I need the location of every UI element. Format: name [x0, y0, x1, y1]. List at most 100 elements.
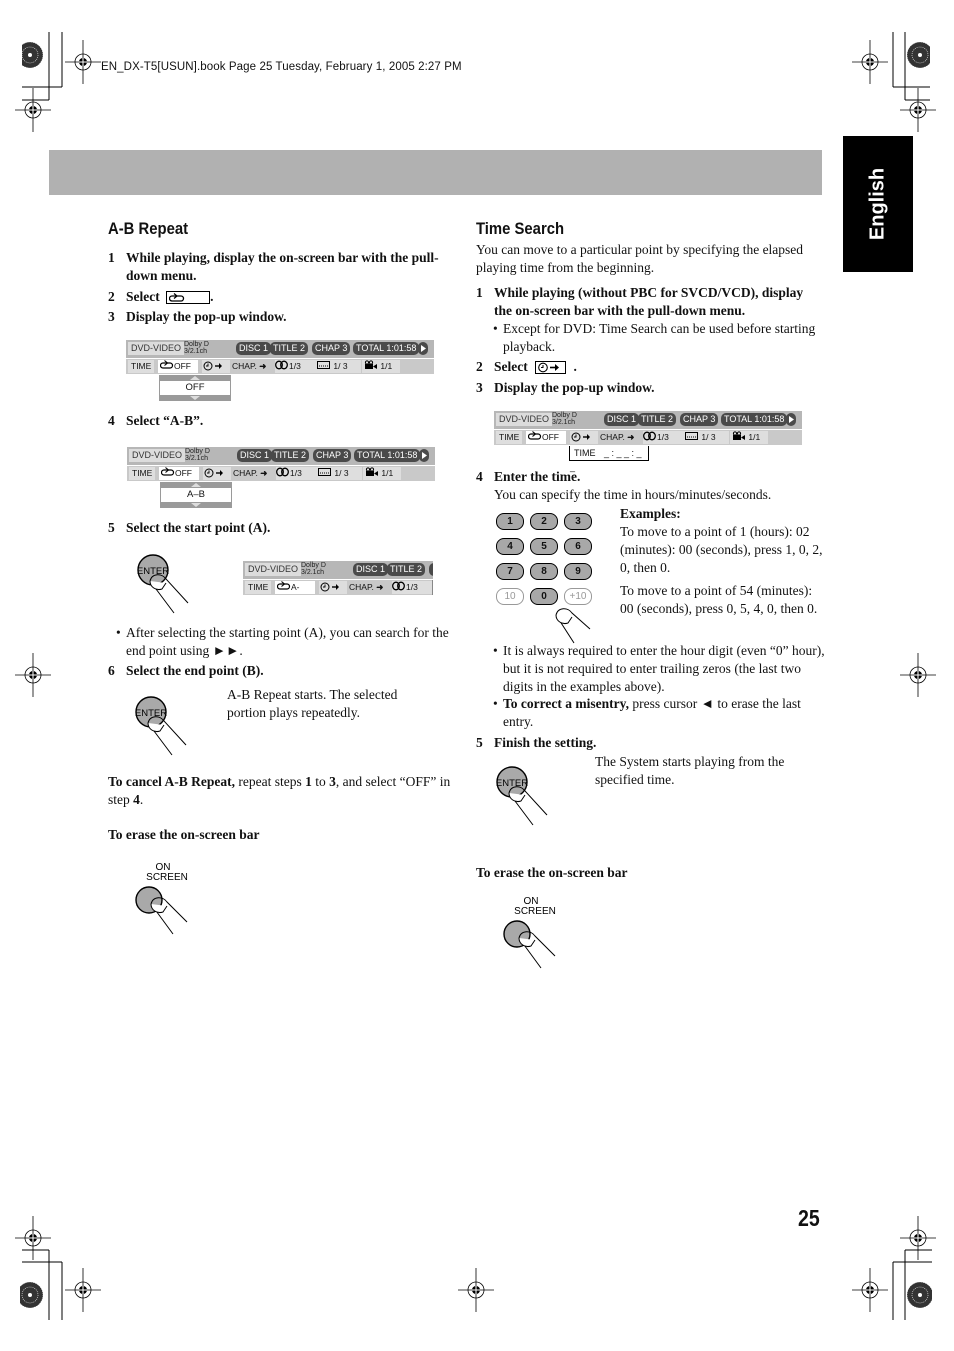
- osd-chapter-search-item[interactable]: CHAP. ➜: [349, 581, 383, 594]
- osd-time-item[interactable]: TIME: [128, 360, 155, 373]
- osd-time-search-item[interactable]: [570, 431, 598, 444]
- repeat-popup: A–B: [160, 482, 232, 508]
- step-text: Select the end point (B).: [126, 663, 264, 678]
- osd-repeat-item[interactable]: OFF: [526, 431, 566, 444]
- subtitle-icon: [317, 361, 330, 369]
- camera-angle-icon: [365, 467, 378, 476]
- osd-disc: DISC 1: [237, 449, 273, 462]
- osd-audio-item[interactable]: 1/3: [275, 360, 315, 373]
- osd-format: DVD-VIDEO: [128, 342, 185, 355]
- osd-chapter-search-item[interactable]: CHAP. ➜: [232, 360, 266, 373]
- finger-press-icon: ENTER: [135, 696, 187, 756]
- repeat-icon: [169, 293, 185, 303]
- step-text: Finish the setting.: [494, 735, 597, 750]
- step-number: 2: [108, 289, 115, 304]
- erase-bar-heading-right: To erase the on-screen bar: [476, 865, 628, 880]
- osd-time-search-item[interactable]: [319, 581, 347, 594]
- osd-subtitle-item[interactable]: 1/ 3: [316, 467, 362, 480]
- finger-press-icon: ON SCREEN: [135, 862, 188, 935]
- osd-audio-item[interactable]: 1/3: [392, 581, 432, 594]
- osd-chapter: CHAP 3: [313, 449, 352, 462]
- time-search-intro: You can move to a particular point by sp…: [476, 242, 804, 275]
- keypad-key-5: 5: [530, 538, 558, 555]
- on-screen-button-illustration: ON SCREEN: [133, 860, 193, 941]
- ab-step-4: 4 Select “A-B”.: [108, 412, 458, 430]
- step-number: 1: [108, 250, 115, 265]
- popup-down-arrow-icon[interactable]: [159, 395, 231, 401]
- keypad-key-1: 1: [496, 513, 524, 530]
- ts-step-5-result: The System starts playing from the speci…: [595, 754, 785, 787]
- ts-step-5: 5 Finish the setting.: [476, 734, 826, 752]
- language-tab-label: English: [866, 167, 889, 241]
- step-text: Select: [494, 359, 528, 374]
- osd-angle-item[interactable]: 1/1: [363, 467, 401, 480]
- step-number: 5: [108, 520, 115, 535]
- subtitle-icon: [318, 468, 331, 476]
- onscreen-bar-partial: DVD-VIDEO Dolby D 3/2.1ch DISC 1 TITLE 2 …: [243, 561, 433, 595]
- osd-chapter-search-item[interactable]: CHAP. ➜: [600, 431, 634, 444]
- osd-time-search-item[interactable]: [202, 360, 230, 373]
- osd-audio-item[interactable]: 1/3: [276, 467, 316, 480]
- osd-format: DVD-VIDEO: [496, 413, 553, 426]
- popup-up-arrow-icon[interactable]: [160, 482, 232, 488]
- finger-press-icon: ENTER: [137, 554, 189, 614]
- ts-step-1-bullet: • Except for DVD: Time Search can be use…: [493, 321, 816, 354]
- popup-up-arrow-icon[interactable]: [159, 375, 231, 381]
- time-popup-label: TIME: [574, 448, 596, 458]
- osd-angle-item[interactable]: 1/1: [362, 360, 400, 373]
- step-text: Display the pop-up window.: [126, 309, 287, 324]
- repeat-icon: [159, 360, 174, 369]
- osd-disc: DISC 1: [353, 563, 389, 576]
- popup-down-arrow-icon[interactable]: [160, 502, 232, 508]
- step-number: 1: [476, 285, 483, 300]
- osd-title: TITLE 2: [387, 563, 426, 576]
- step-number: 4: [108, 413, 115, 428]
- osd-angle-item[interactable]: 1/1: [730, 431, 768, 444]
- step-text: Select the start point (A).: [126, 520, 271, 535]
- ab-bullet-start: • After selecting the starting point (A)…: [116, 625, 449, 658]
- osd-disc: DISC 1: [604, 413, 640, 426]
- osd-repeat-item[interactable]: OFF: [158, 360, 198, 373]
- osd-time-item[interactable]: TIME: [245, 581, 272, 594]
- keypad-key-10: 10: [496, 588, 524, 605]
- osd-time-item[interactable]: TIME: [129, 467, 156, 480]
- osd-time-search-item[interactable]: [203, 467, 231, 480]
- osd-chapter-search-item[interactable]: CHAP. ➜: [233, 467, 267, 480]
- example-2: To move to a point of 54 (minutes): 00 (…: [620, 583, 818, 616]
- camera-angle-icon: [364, 360, 377, 369]
- osd-time-item[interactable]: TIME: [496, 431, 523, 444]
- osd-audio-format: Dolby D 3/2.1ch: [185, 448, 210, 462]
- osd-audio-item[interactable]: 1/3: [643, 431, 683, 444]
- finger-press-icon: ON SCREEN: [503, 896, 556, 969]
- step-number: 2: [476, 359, 483, 374]
- enter-label: ENTER: [135, 708, 167, 719]
- cancel-ab-repeat-note: To cancel A-B Repeat, repeat steps 1 to …: [108, 774, 451, 807]
- play-icon: [419, 449, 429, 462]
- audio-icon: [276, 467, 289, 477]
- ab-step-1: 1 While playing, display the on-screen b…: [108, 249, 458, 285]
- repeat-popup: OFF: [159, 375, 231, 401]
- osd-menu-row: TIME OFF CHAP. ➜ 1/3 1/ 3 1/1: [127, 466, 435, 481]
- ab-repeat-heading: A-B Repeat: [108, 220, 189, 238]
- keypad-key-3: 3: [564, 513, 592, 530]
- osd-subtitle-item[interactable]: 1/ 3: [315, 360, 361, 373]
- osd-status-row: DVD-VIDEO Dolby D 3/2.1ch DISC 1 TITLE 2 …: [126, 340, 434, 358]
- osd-chapter: [429, 563, 433, 576]
- examples-heading: Examples:: [620, 506, 681, 521]
- audio-icon: [643, 431, 656, 441]
- osd-status-row: DVD-VIDEO Dolby D 3/2.1ch DISC 1 TITLE 2: [243, 561, 433, 579]
- keypad-key-8: 8: [530, 563, 558, 580]
- camera-angle-icon: [732, 431, 745, 440]
- step-text: Display the pop-up window.: [494, 380, 655, 395]
- keypad-key-6: 6: [564, 538, 592, 555]
- osd-status-row: DVD-VIDEO Dolby D 3/2.1ch DISC 1 TITLE 2 …: [127, 447, 435, 465]
- osd-audio-format: Dolby D 3/2.1ch: [552, 412, 577, 426]
- step-number: 3: [476, 380, 483, 395]
- osd-repeat-item[interactable]: A-: [275, 581, 315, 594]
- osd-repeat-item[interactable]: OFF: [159, 467, 199, 480]
- popup-value: A–B: [160, 488, 232, 502]
- step-text: While playing, display the on-screen bar…: [126, 250, 439, 283]
- osd-chapter: CHAP 3: [312, 342, 351, 355]
- osd-subtitle-item[interactable]: 1/ 3: [683, 431, 729, 444]
- osd-audio-format: Dolby D 3/2.1ch: [184, 341, 209, 355]
